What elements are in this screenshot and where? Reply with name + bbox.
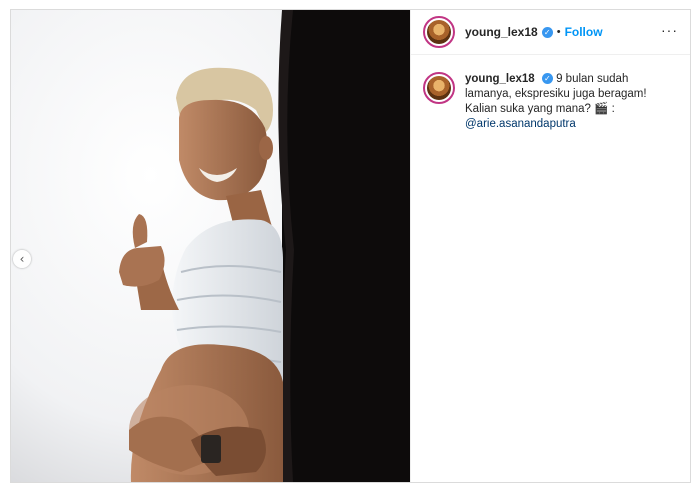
caption-avatar[interactable] [423, 72, 455, 104]
follow-button[interactable]: Follow [565, 25, 603, 39]
post-photo[interactable]: ‹ [11, 10, 410, 482]
separator-dot: • [556, 26, 561, 38]
chevron-left-icon: ‹ [19, 252, 25, 266]
verified-badge-icon: ✓ [541, 73, 553, 85]
verified-badge-icon: ✓ [541, 26, 553, 38]
avatar-image [427, 76, 451, 100]
avatar-image [427, 20, 451, 44]
photo-illustration [11, 10, 410, 482]
more-options-icon[interactable]: ··· [661, 22, 678, 38]
mention-link[interactable]: @arie.asanandaputra [465, 118, 576, 130]
avatar[interactable] [423, 16, 455, 48]
username-link[interactable]: young_lex18 [465, 25, 538, 39]
previous-photo-button[interactable]: ‹ [13, 250, 31, 268]
post-sidebar: young_lex18 ✓ • Follow ··· young_lex18 ✓… [410, 10, 690, 482]
post-caption: young_lex18 ✓ 9 bulan sudah lamanya, eks… [423, 72, 682, 132]
post-header: young_lex18 ✓ • Follow ··· [411, 10, 690, 55]
caption-username-link[interactable]: young_lex18 [465, 73, 535, 85]
caption-text: young_lex18 ✓ 9 bulan sudah lamanya, eks… [465, 72, 665, 132]
instagram-post: ‹ young_lex18 ✓ • Follow ··· young_lex18… [10, 9, 691, 483]
